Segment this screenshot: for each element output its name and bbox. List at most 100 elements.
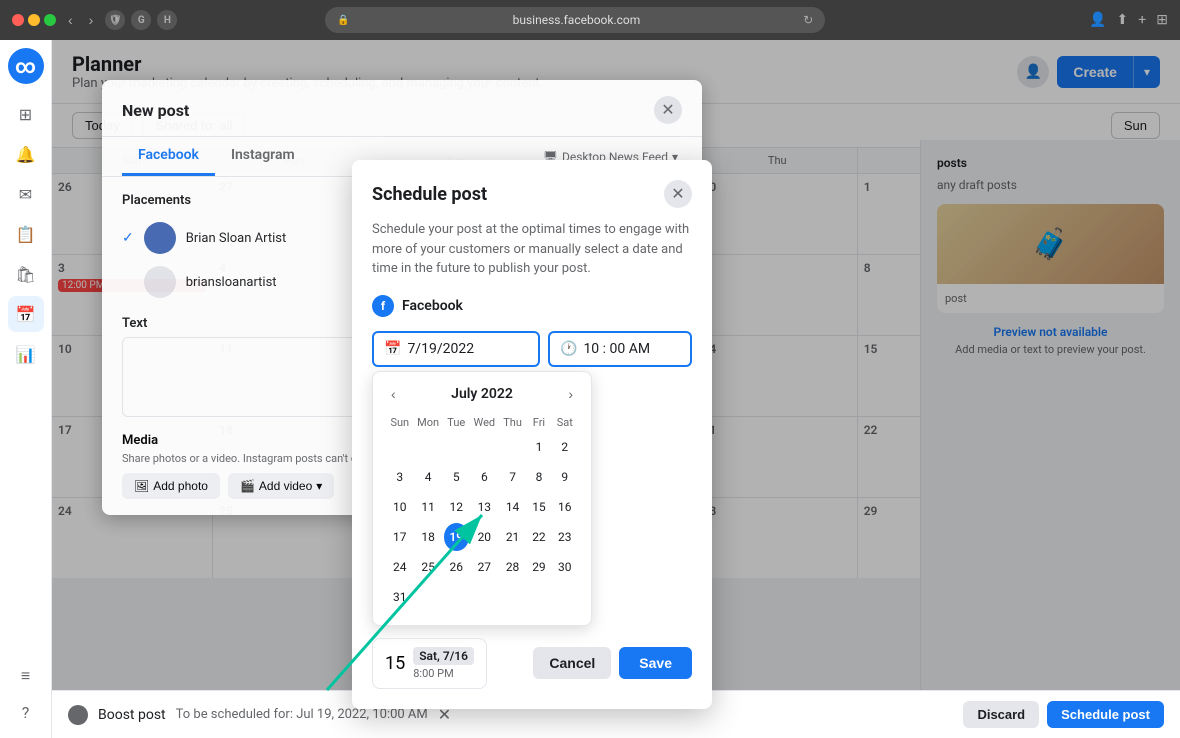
new-tab-icon[interactable]: +: [1138, 12, 1146, 28]
sidebar-item-notifications[interactable]: 🔔: [8, 136, 44, 172]
cal-day-6[interactable]: 6: [471, 463, 498, 491]
suggested-time-info: Sat, 7/16 8:00 PM: [413, 647, 474, 680]
cal-day-empty: [527, 583, 550, 611]
cal-day-21[interactable]: 21: [500, 523, 526, 551]
platform-row: f Facebook: [372, 295, 692, 317]
cal-day-7[interactable]: 7: [500, 463, 526, 491]
sidebar-item-inbox[interactable]: ✉: [8, 176, 44, 212]
new-post-title: New post: [122, 101, 189, 120]
video-icon: 🎬: [240, 479, 255, 493]
shield-extension-icon[interactable]: 🛡: [105, 10, 125, 30]
cal-day-19-selected[interactable]: 19: [444, 523, 469, 551]
schedule-post-button[interactable]: Schedule post: [1047, 701, 1164, 728]
schedule-header: Schedule post ✕: [372, 180, 692, 208]
app-container: ∞ ⊞ 🔔 ✉ 📋 🛍 📅 📊 ≡ ? Planner Plan your ma…: [0, 40, 1180, 738]
browser-toolbar-icons: 👤 ⬆ + ⊞: [1089, 12, 1168, 28]
cal-week-4: 17 18 19 20 21 22 23: [387, 523, 577, 551]
cal-day-15[interactable]: 15: [527, 493, 550, 521]
cal-day-16[interactable]: 16: [553, 493, 577, 521]
cal-day-17[interactable]: 17: [387, 523, 413, 551]
share-icon[interactable]: ⬆: [1117, 12, 1129, 28]
cal-day-28[interactable]: 28: [500, 553, 526, 581]
cal-day-23[interactable]: 23: [553, 523, 577, 551]
cal-day-14[interactable]: 14: [500, 493, 526, 521]
checkmark-icon-1: ✓: [122, 230, 134, 246]
cal-header-sat: Sat: [553, 414, 577, 431]
cal-day-4[interactable]: 4: [415, 463, 442, 491]
cal-day-24[interactable]: 24: [387, 553, 413, 581]
cal-day-8[interactable]: 8: [527, 463, 550, 491]
cal-day-empty: [471, 433, 498, 461]
cal-header-thu: Thu: [500, 414, 526, 431]
tab-instagram[interactable]: Instagram: [215, 137, 311, 176]
photo-icon: 🖼: [134, 479, 149, 493]
add-video-button[interactable]: 🎬 Add video ▾: [228, 473, 334, 499]
sidebar-item-help[interactable]: ?: [8, 694, 44, 730]
placement-name-2: briansloanartist: [186, 275, 277, 290]
calendar-popup-header: ‹ July 2022 ›: [385, 384, 579, 404]
schedule-title: Schedule post: [372, 184, 487, 205]
time-input[interactable]: 🕐 10 : 00 AM: [548, 331, 692, 367]
sidebar-item-content[interactable]: 📋: [8, 216, 44, 252]
cal-week-6: 31: [387, 583, 577, 611]
cal-day-empty: [444, 433, 469, 461]
cal-day-22[interactable]: 22: [527, 523, 550, 551]
new-post-close-button[interactable]: ✕: [654, 96, 682, 124]
cal-day-10[interactable]: 10: [387, 493, 413, 521]
date-input[interactable]: 📅 7/19/2022: [372, 331, 540, 367]
calendar-prev-button[interactable]: ‹: [385, 384, 402, 404]
url-bar[interactable]: 🔒 business.facebook.com ↻: [325, 7, 825, 33]
cal-day-3[interactable]: 3: [387, 463, 413, 491]
cal-day-20[interactable]: 20: [471, 523, 498, 551]
cal-day-2[interactable]: 2: [553, 433, 577, 461]
date-time-row: 📅 7/19/2022 🕐 10 : 00 AM: [372, 331, 692, 367]
cancel-button[interactable]: Cancel: [533, 647, 611, 679]
cal-week-2: 3 4 5 6 7 8 9: [387, 463, 577, 491]
cal-day-13[interactable]: 13: [471, 493, 498, 521]
cal-day-18[interactable]: 18: [415, 523, 442, 551]
forward-button[interactable]: ›: [85, 10, 98, 30]
schedule-post-dialog: Schedule post ✕ Schedule your post at th…: [352, 160, 712, 709]
sidebar-item-home[interactable]: ⊞: [8, 96, 44, 132]
schedule-close-button[interactable]: ✕: [664, 180, 692, 208]
cal-day-12[interactable]: 12: [444, 493, 469, 521]
cal-day-9[interactable]: 9: [553, 463, 577, 491]
calendar-popup: ‹ July 2022 › Sun Mon Tue Wed Thu Fri Sa: [372, 371, 592, 626]
calendar-input-icon: 📅: [384, 341, 401, 357]
browser-extensions: 🛡 G H: [105, 10, 177, 30]
tabs-icon[interactable]: ⊞: [1156, 12, 1168, 28]
browser-chrome: ‹ › 🛡 G H 🔒 business.facebook.com ↻ 👤 ⬆ …: [0, 0, 1180, 40]
cal-day-empty: [415, 583, 442, 611]
cal-day-30[interactable]: 30: [553, 553, 577, 581]
grammarly-extension-icon[interactable]: G: [131, 10, 151, 30]
sidebar-item-planner[interactable]: 📅: [8, 296, 44, 332]
save-button[interactable]: Save: [619, 647, 692, 679]
cal-day-29[interactable]: 29: [527, 553, 550, 581]
account-icon[interactable]: 👤: [1089, 12, 1106, 28]
cal-day-26[interactable]: 26: [444, 553, 469, 581]
cal-week-5: 24 25 26 27 28 29 30: [387, 553, 577, 581]
cal-header-fri: Fri: [527, 414, 550, 431]
cal-day-1[interactable]: 1: [527, 433, 550, 461]
cal-day-5[interactable]: 5: [444, 463, 469, 491]
sidebar-item-more[interactable]: ≡: [8, 658, 44, 694]
cal-day-empty: [553, 583, 577, 611]
sidebar-item-shop[interactable]: 🛍: [8, 256, 44, 292]
dialog-header: New post ✕: [102, 80, 702, 137]
add-photo-button[interactable]: 🖼 Add photo: [122, 473, 220, 499]
cal-day-27[interactable]: 27: [471, 553, 498, 581]
cal-week-1: 1 2: [387, 433, 577, 461]
cal-day-25[interactable]: 25: [415, 553, 442, 581]
cal-day-11[interactable]: 11: [415, 493, 442, 521]
cal-day-31[interactable]: 31: [387, 583, 413, 611]
suggested-date: Sat, 7/16: [413, 647, 474, 665]
calendar-next-button[interactable]: ›: [562, 384, 579, 404]
bottom-action-buttons: Discard Schedule post: [963, 701, 1164, 728]
discard-button[interactable]: Discard: [963, 701, 1039, 728]
tab-facebook[interactable]: Facebook: [122, 137, 215, 176]
back-button[interactable]: ‹: [64, 10, 77, 30]
sidebar-item-insights[interactable]: 📊: [8, 336, 44, 372]
time-value: 10 : 00 AM: [583, 341, 650, 357]
honey-extension-icon[interactable]: H: [157, 10, 177, 30]
placement-avatar-2: [144, 266, 176, 298]
